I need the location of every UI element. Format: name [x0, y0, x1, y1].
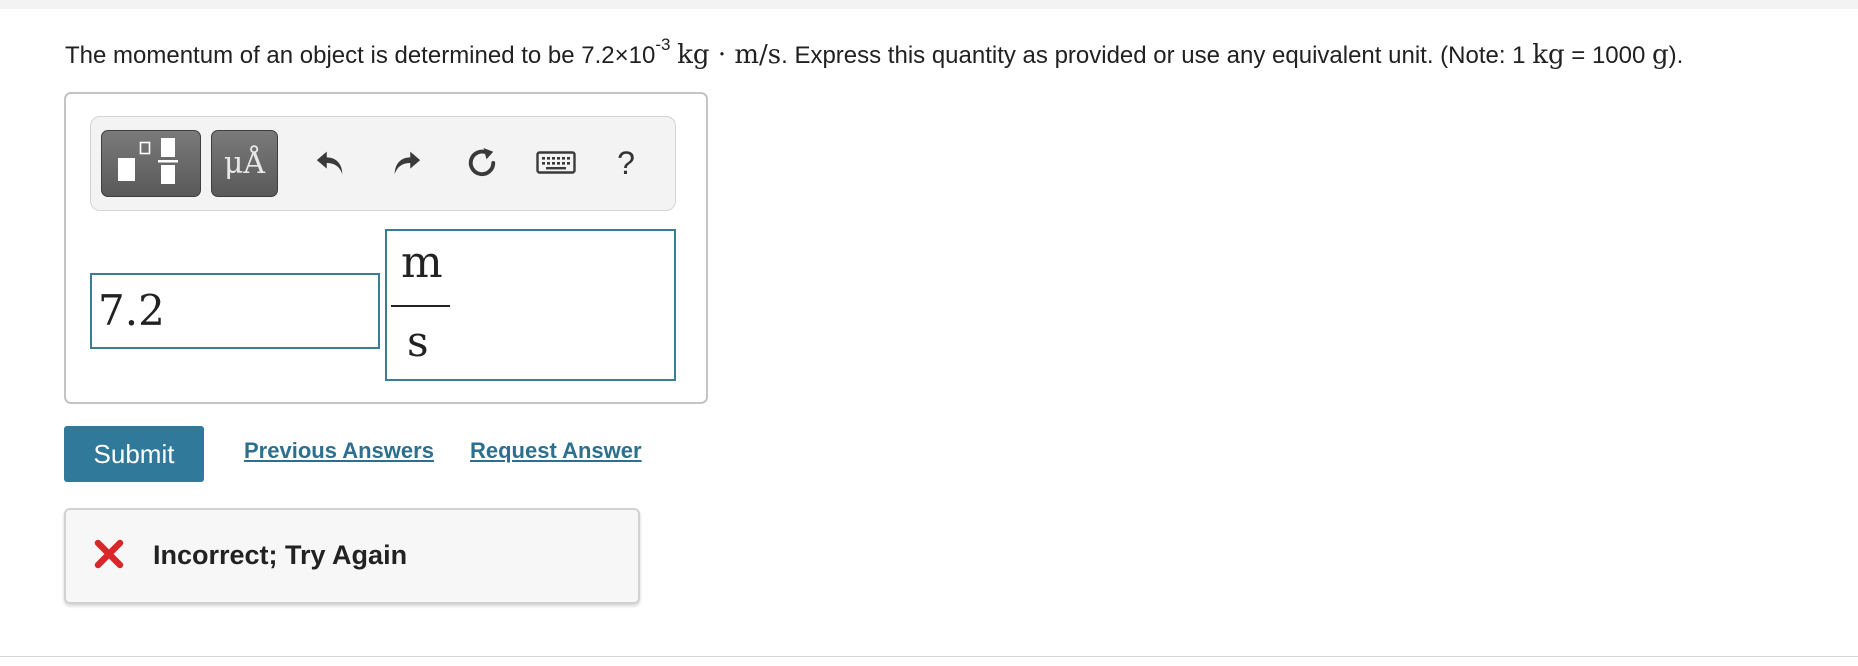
exponent: -3: [655, 35, 671, 54]
submit-button[interactable]: Submit: [64, 426, 204, 482]
undo-button[interactable]: [306, 135, 356, 191]
help-button[interactable]: ?: [601, 135, 651, 191]
error-x-icon: [94, 539, 124, 569]
question-prefix: The momentum of an object is determined …: [65, 42, 615, 69]
bottom-divider: [0, 656, 1858, 657]
redo-icon: [394, 151, 421, 175]
units-button[interactable]: μÅ: [211, 130, 278, 197]
question-equals: = 1000: [1564, 42, 1653, 69]
kg-unit: kg: [1532, 40, 1565, 70]
keyboard-icon: [536, 151, 576, 174]
feedback-text: Incorrect; Try Again: [153, 540, 408, 570]
templates-button[interactable]: [101, 130, 201, 197]
previous-answers-link[interactable]: Previous Answers: [244, 438, 434, 464]
value-input[interactable]: 7.2: [90, 273, 380, 349]
question-text: The momentum of an object is determined …: [65, 35, 1684, 73]
help-icon: ?: [617, 144, 635, 181]
momentum-unit: kg · m/s: [677, 40, 782, 70]
units-input[interactable]: m s: [385, 229, 676, 381]
g-unit: g: [1652, 40, 1669, 70]
templates-icon: [118, 138, 178, 184]
units-icon: μÅ: [223, 146, 266, 181]
request-answer-link[interactable]: Request Answer: [470, 438, 642, 464]
fraction-bar: [391, 305, 450, 307]
top-bar: [0, 0, 1858, 9]
answer-area: μÅ ? 7.2 m s: [64, 92, 708, 404]
exponent-base: 10: [628, 42, 656, 69]
redo-button[interactable]: [381, 135, 431, 191]
reset-icon: [468, 148, 496, 177]
reset-button[interactable]: [457, 135, 507, 191]
unit-numerator[interactable]: m: [401, 237, 443, 288]
times-symbol: ×: [614, 42, 629, 69]
question-middle: . Express this quantity as provided or u…: [781, 42, 1533, 69]
feedback-box: Incorrect; Try Again: [64, 508, 640, 604]
unit-denominator[interactable]: s: [407, 317, 429, 366]
question-suffix: ).: [1668, 42, 1684, 69]
keyboard-button[interactable]: [531, 135, 581, 191]
undo-icon: [316, 151, 343, 175]
math-toolbar: μÅ ?: [90, 116, 676, 211]
